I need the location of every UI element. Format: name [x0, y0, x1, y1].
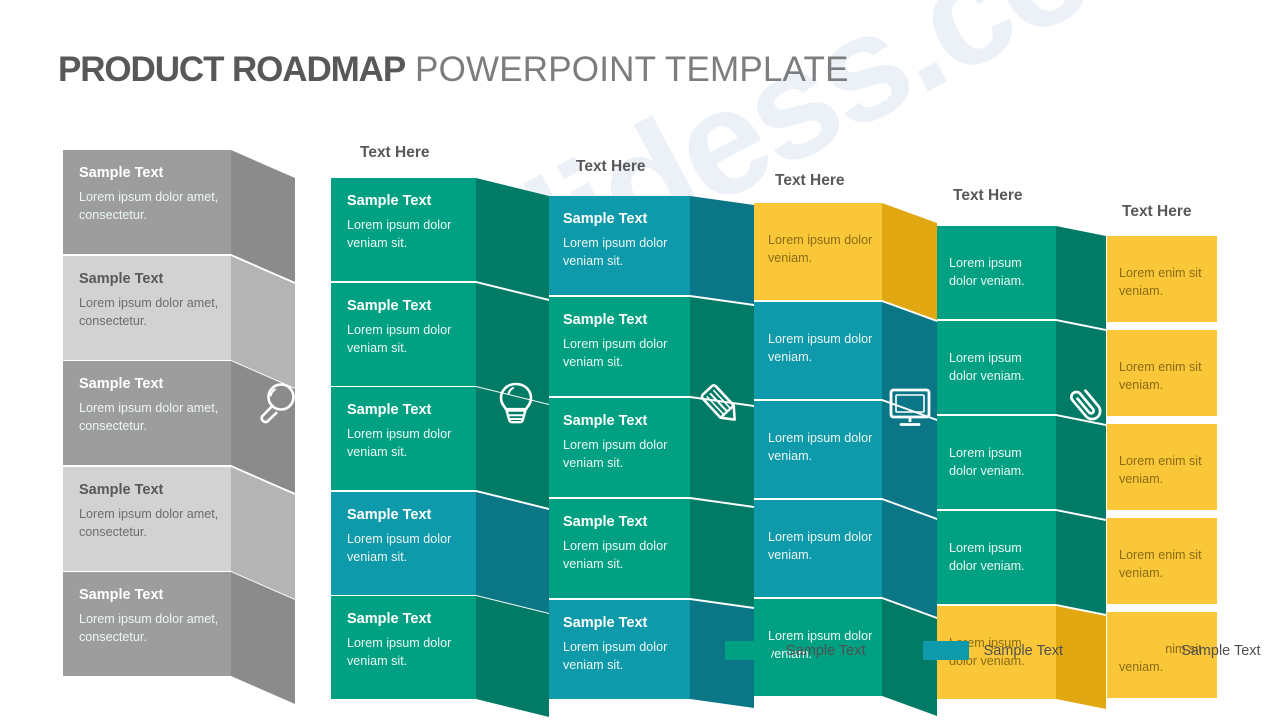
roadmap-cell-heading: Sample Text	[79, 270, 164, 287]
column-header-label: Text Here	[1122, 203, 1192, 220]
page-title: PRODUCT ROADMAP POWERPOINT TEMPLATE	[58, 50, 849, 90]
roadmap-cell-heading: Sample Text	[347, 193, 432, 209]
roadmap-cell-text: Lorem ipsum dolor veniam.	[754, 401, 882, 498]
roadmap-cell-body: Lorem ipsum dolor amet, consectetur.	[79, 506, 219, 539]
legend-label: Sample Text	[983, 642, 1064, 659]
roadmap-cell-body: Lorem ipsum dolor veniam.	[768, 233, 873, 266]
roadmap-cell-heading: Sample Text	[347, 297, 432, 314]
roadmap-cell-body: Lorem ipsum dolor amet, consectetur.	[79, 401, 219, 434]
roadmap-connector	[690, 194, 754, 308]
legend-swatch	[1120, 641, 1167, 660]
roadmap-cell-heading: Sample Text	[79, 481, 164, 498]
legend-label: Sample Text	[1181, 642, 1261, 659]
roadmap-connector	[690, 497, 754, 611]
roadmap-cell-body: Lorem ipsum dolor veniam sit.	[347, 531, 452, 564]
legend-swatch	[725, 641, 771, 660]
roadmap-cell-body: Lorem ipsum dolor veniam.	[949, 541, 1025, 574]
roadmap-cell-text: Sample Text Lorem ipsum dolor amet, conse…	[63, 361, 231, 465]
roadmap-cell-body: Lorem ipsum dolor veniam sit.	[347, 636, 452, 669]
roadmap-cell-body: Lorem enim sit veniam.	[1119, 454, 1202, 487]
roadmap-cell-heading: Sample Text	[347, 402, 432, 418]
roadmap-cell-text: Sample Text Lorem ipsum dolor veniam sit.	[331, 492, 476, 595]
roadmap-cell-text: Sample Text Lorem ipsum dolor amet, conse…	[63, 150, 231, 254]
roadmap-cell-body: Lorem ipsum dolor veniam.	[768, 530, 873, 563]
legend-item: Sample Text	[725, 641, 866, 660]
roadmap-connector	[1056, 224, 1106, 333]
roadmap-cell-heading: Sample Text	[563, 615, 648, 631]
roadmap-cell-text: Lorem ipsum dolor veniam.	[937, 226, 1056, 319]
roadmap-cell-text: Sample Text Lorem ipsum dolor veniam sit.	[549, 398, 690, 497]
column-header-label: Text Here	[775, 172, 845, 189]
roadmap-cell-text: Lorem enim sit veniam.	[1107, 236, 1217, 322]
roadmap-cell-text: Sample Text Lorem ipsum dolor veniam sit.	[549, 196, 690, 295]
roadmap-cell-text: Lorem ipsum dolor veniam.	[754, 302, 882, 399]
roadmap-cell-text: Sample Text Lorem ipsum dolor amet, conse…	[63, 256, 231, 360]
roadmap-cell-body: Lorem ipsum dolor veniam sit.	[563, 236, 668, 269]
roadmap-cell-body: Lorem ipsum dolor veniam sit.	[563, 337, 668, 370]
column-header-label: Text Here	[576, 158, 646, 175]
roadmap-cell-body: Lorem ipsum dolor veniam.	[768, 431, 873, 464]
legend-item: Sample Text	[1120, 641, 1261, 660]
slide-canvas: slidess.com PRODUCT ROADMAP POWERPOINT T…	[0, 0, 1280, 720]
roadmap-cell-text: Lorem enim sit veniam.	[1107, 424, 1217, 510]
roadmap-cell-heading: Sample Text	[563, 312, 648, 328]
roadmap-cell-body: Lorem ipsum dolor veniam sit.	[563, 539, 668, 572]
roadmap-cell-text: Sample Text Lorem ipsum dolor veniam sit.	[549, 600, 690, 699]
roadmap-cell-body: Lorem ipsum dolor veniam sit.	[563, 438, 668, 471]
roadmap-cell-text: Sample Text Lorem ipsum dolor amet, conse…	[63, 467, 231, 571]
column-header-label: Text Here	[953, 187, 1023, 204]
roadmap-cell-text: Lorem enim sit veniam.	[1107, 518, 1217, 604]
roadmap-cell-text: Sample Text Lorem ipsum dolor veniam sit.	[549, 297, 690, 396]
roadmap-connector	[476, 594, 549, 720]
roadmap-cell-body: Lorem ipsum dolor veniam sit.	[347, 218, 452, 251]
roadmap-cell-body: Lorem ipsum dolor veniam.	[949, 446, 1025, 479]
roadmap-connector	[1056, 509, 1106, 618]
roadmap-cell-text: Lorem ipsum dolor veniam.	[754, 203, 882, 300]
page-title-light: POWERPOINT TEMPLATE	[405, 50, 849, 89]
roadmap-cell-body: Lorem enim sit veniam.	[1119, 548, 1202, 581]
roadmap-cell-heading: Sample Text	[79, 376, 164, 392]
roadmap-connector	[690, 396, 754, 510]
roadmap-cell-body: Lorem ipsum dolor amet, consectetur.	[79, 295, 219, 328]
roadmap-cell-text: Lorem ipsum dolor veniam.	[754, 500, 882, 597]
page-title-strong: PRODUCT ROADMAP	[58, 50, 406, 89]
roadmap-cell-body: Lorem enim sit veniam.	[1119, 360, 1202, 393]
roadmap-cell-body: Lorem ipsum dolor veniam sit.	[347, 322, 452, 355]
roadmap-cell-body: Lorem enim sit veniam.	[1119, 266, 1202, 299]
roadmap-cell-text: Sample Text Lorem ipsum dolor veniam sit.	[549, 499, 690, 598]
roadmap-cell-body: Lorem ipsum dolor amet, consectetur.	[79, 612, 219, 645]
roadmap-cell-text: Sample Text Lorem ipsum dolor veniam sit.	[331, 596, 476, 699]
roadmap-cell-heading: Sample Text	[563, 514, 648, 530]
roadmap-cell-heading: Sample Text	[347, 611, 432, 627]
roadmap-cell-heading: Sample Text	[347, 506, 432, 523]
roadmap-cell-body: Lorem ipsum dolor veniam.	[768, 332, 873, 365]
roadmap-cell-text: Sample Text Lorem ipsum dolor veniam sit.	[331, 178, 476, 281]
roadmap-cell-text: Lorem ipsum dolor veniam.	[937, 416, 1056, 509]
roadmap-connector	[690, 295, 754, 409]
roadmap-connector	[1056, 414, 1106, 523]
roadmap-cell-body: Lorem ipsum dolor veniam.	[949, 256, 1025, 289]
roadmap-cell-body: Lorem ipsum dolor veniam sit.	[563, 640, 668, 673]
roadmap-cell-text: Sample Text Lorem ipsum dolor veniam sit.	[331, 387, 476, 490]
roadmap-cell-text: Lorem enim sit veniam.	[1107, 330, 1217, 416]
column-header-label: Text Here	[360, 144, 430, 161]
legend-swatch	[922, 641, 969, 660]
roadmap-cell-body: Lorem ipsum dolor veniam.	[949, 351, 1025, 384]
roadmap-cell-body: Lorem ipsum dolor amet, consectetur.	[79, 190, 219, 223]
legend: Sample Text Sample Text Sample Text	[725, 641, 1280, 660]
roadmap-cell-text: Sample Text Lorem ipsum dolor amet, conse…	[63, 572, 231, 676]
roadmap-cell-heading: Sample Text	[79, 587, 164, 603]
roadmap-cell-text: Sample Text Lorem ipsum dolor veniam sit.	[331, 283, 476, 386]
roadmap-cell-text: Lorem ipsum dolor veniam.	[937, 321, 1056, 414]
roadmap-cell-heading: Sample Text	[79, 165, 164, 181]
legend-item: Sample Text	[922, 641, 1064, 660]
roadmap-cell-body: Lorem ipsum dolor veniam sit.	[347, 427, 452, 460]
roadmap-cell-text: Lorem ipsum dolor veniam.	[937, 511, 1056, 604]
roadmap-cell-heading: Sample Text	[563, 413, 648, 429]
roadmap-cell-heading: Sample Text	[563, 211, 648, 227]
roadmap-connector	[1056, 319, 1106, 428]
legend-label: Sample Text	[786, 642, 866, 659]
roadmap-connector	[231, 570, 295, 708]
